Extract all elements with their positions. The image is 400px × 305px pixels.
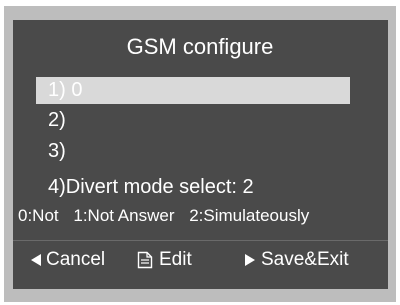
softkey-divider: [13, 240, 388, 241]
divert-option-1: 1:Not Answer: [73, 206, 175, 225]
menu-item-3[interactable]: 3): [48, 139, 66, 163]
edit-softkey[interactable]: Edit: [137, 245, 192, 275]
menu-item-1-selected[interactable]: 1) 0: [36, 77, 350, 104]
divert-option-2: 2:Simulateously: [189, 206, 310, 225]
right-arrow-icon: [245, 254, 255, 266]
menu-item-1-label: 1) 0: [48, 79, 83, 101]
cancel-label: Cancel: [46, 249, 106, 270]
menu-item-2[interactable]: 2): [48, 108, 66, 132]
edit-label: Edit: [159, 249, 192, 270]
screen-title: GSM configure: [126, 34, 274, 59]
document-icon: [137, 251, 153, 269]
divert-option-0: 0:Not: [18, 206, 59, 225]
softkey-bar: Cancel Edit Save&Exit: [13, 245, 388, 275]
divert-options-legend: 0:Not 1:Not Answer 2:Simulateously: [18, 205, 394, 227]
save-exit-softkey[interactable]: Save&Exit: [245, 245, 349, 275]
menu-item-divert-mode[interactable]: 4)Divert mode select: 2: [48, 175, 254, 199]
save-exit-label: Save&Exit: [261, 249, 349, 270]
cancel-softkey[interactable]: Cancel: [31, 245, 105, 275]
left-arrow-icon: [31, 254, 41, 266]
